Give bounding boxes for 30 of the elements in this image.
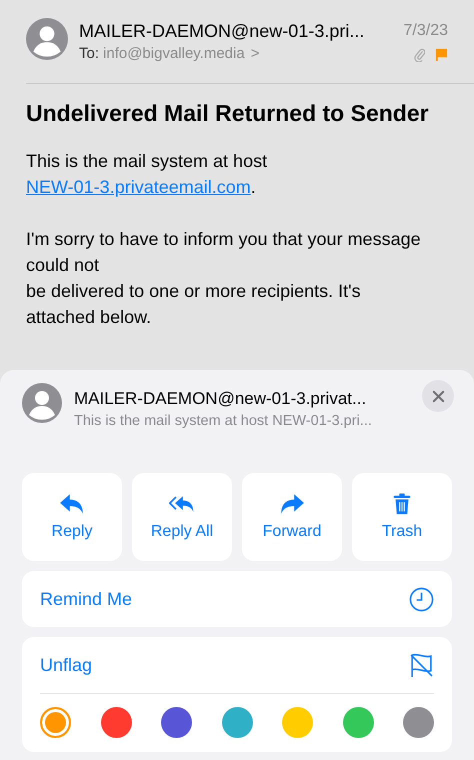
body-text: I'm sorry to have to inform you that your message could not be delivered to one or more recipients. It's attached below. <box>26 228 422 329</box>
sender-name: MAILER-DAEMON@new-01-3.pri... <box>79 20 366 43</box>
action-button[interactable]: Reply All <box>132 473 232 561</box>
color-swatch[interactable] <box>40 707 71 738</box>
action-button[interactable]: Trash <box>352 473 452 561</box>
date-text: 7/3/23 <box>404 21 448 41</box>
action-button[interactable]: Forward <box>242 473 342 561</box>
body-text: This is the mail system at host NEW-01-3.privateemail.com. <box>26 150 268 199</box>
reply-icon <box>59 493 85 515</box>
sender-name: MAILER-DAEMON@new-01-3.privat... <box>74 388 368 410</box>
avatar-icon <box>22 383 62 423</box>
action-button[interactable]: Reply <box>22 473 122 561</box>
color-swatch[interactable] <box>161 707 192 738</box>
avatar-icon <box>26 18 68 60</box>
to-label: To: <box>79 45 100 62</box>
color-swatch[interactable] <box>403 707 434 738</box>
close-icon <box>432 390 444 402</box>
color-swatch[interactable] <box>222 707 252 738</box>
close-button[interactable] <box>422 380 454 412</box>
email-subject: Undelivered Mail Returned to Sender <box>26 99 430 128</box>
color-swatch[interactable] <box>282 707 313 738</box>
color-swatch[interactable] <box>100 707 132 738</box>
forward-icon <box>279 493 305 515</box>
crossed-flag-icon <box>409 652 434 678</box>
recipient-link[interactable]: info@bigvalley.media <box>103 45 245 62</box>
host-link[interactable]: NEW-01-3.privateemail.com <box>26 177 251 197</box>
color-swatch[interactable] <box>342 707 374 738</box>
message-preview: This is the mail system at host NEW-01-3.pri... <box>74 412 373 431</box>
chevron-icon: > <box>250 45 260 62</box>
clock-icon <box>409 586 434 612</box>
